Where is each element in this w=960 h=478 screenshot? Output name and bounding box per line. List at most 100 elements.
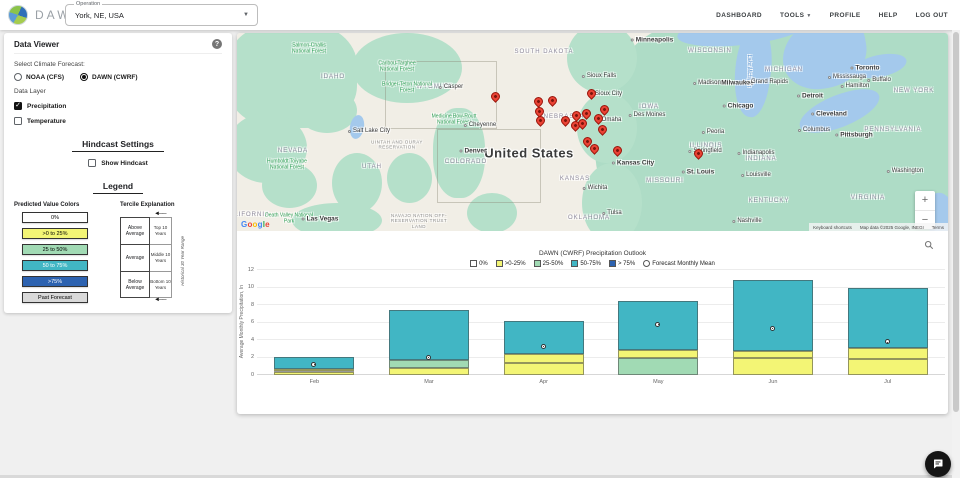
city-label: Sioux Falls bbox=[582, 73, 616, 79]
bar-column-feb: Feb bbox=[257, 270, 372, 375]
stacked-bar-jul[interactable] bbox=[848, 270, 928, 375]
panel-title: Data Viewer bbox=[14, 40, 59, 49]
city-label: Wichita bbox=[583, 185, 608, 191]
map-vegetation-patch bbox=[387, 153, 432, 203]
tercile-below-average: Below Average bbox=[120, 271, 150, 298]
top-app-bar: DAWN Operation York, NE, USA ▼ DASHBOARD… bbox=[0, 0, 960, 30]
radio-checked-icon bbox=[80, 73, 88, 81]
legend-item[interactable]: Forecast Monthly Mean bbox=[643, 260, 715, 267]
google-map[interactable]: United States + − Google Keyboard shortc… bbox=[237, 33, 948, 231]
x-axis-tick: May bbox=[601, 379, 716, 385]
chart-legend: 0% >0-25% 25-50% 50-75% > 75% Forecast Monthl… bbox=[237, 260, 948, 267]
x-axis-tick: Mar bbox=[372, 379, 487, 385]
state-label: NEVADA bbox=[278, 148, 308, 154]
help-icon[interactable]: ? bbox=[212, 39, 222, 49]
bar-segment bbox=[733, 280, 813, 351]
radio-noaa-cfs[interactable]: NOAA (CFS) bbox=[14, 73, 64, 81]
bar-segment bbox=[504, 354, 584, 363]
map-vegetation-patch bbox=[297, 88, 357, 133]
operation-select[interactable]: Operation York, NE, USA ▼ bbox=[65, 4, 258, 26]
city-label: Salt Lake City bbox=[348, 128, 390, 134]
zoom-in-button[interactable]: + bbox=[915, 191, 935, 210]
stacked-bar-jun[interactable] bbox=[733, 270, 813, 375]
nav-help[interactable]: HELP bbox=[879, 12, 898, 19]
legend-item[interactable]: 50-75% bbox=[571, 260, 601, 267]
city-label: Indianapolis bbox=[737, 150, 774, 156]
state-label: MISSOURI bbox=[646, 178, 684, 184]
x-axis-tick: Apr bbox=[486, 379, 601, 385]
park-label: Humboldt Toiyabe National Forest bbox=[261, 159, 313, 171]
chat-feedback-button[interactable] bbox=[925, 451, 951, 477]
bar-segment bbox=[618, 358, 698, 375]
legend-item[interactable]: 0% bbox=[470, 260, 488, 267]
predicted-value-colors-title: Predicted Value Colors bbox=[14, 202, 102, 208]
hindcast-settings-title: Hindcast Settings bbox=[72, 139, 164, 152]
city-label: Chicago bbox=[723, 103, 754, 110]
city-label: Grand Rapids bbox=[746, 79, 788, 85]
vertical-scrollbar[interactable] bbox=[952, 30, 960, 478]
scrollbar-thumb[interactable] bbox=[953, 32, 959, 412]
city-label: Pittsburgh bbox=[835, 132, 873, 139]
terms-link[interactable]: Terms bbox=[932, 225, 944, 230]
predicted-value-colors: 0%>0 to 25%25 to 50%50 to 75%>75%Past Fo… bbox=[14, 212, 102, 303]
city-label: Cheyenne bbox=[464, 122, 496, 128]
y-axis-tick: 6 bbox=[251, 319, 254, 325]
radio-dawn-cwrf[interactable]: DAWN (CWRF) bbox=[80, 73, 138, 81]
stacked-bar-feb[interactable] bbox=[274, 270, 354, 375]
city-label: Peoria bbox=[702, 129, 724, 135]
x-axis-tick: Jul bbox=[830, 379, 945, 385]
top-nav: DASHBOARD TOOLS▼ PROFILE HELP LOG OUT bbox=[716, 0, 948, 30]
city-label: Toronto bbox=[850, 65, 879, 72]
legend-item[interactable]: > 75% bbox=[609, 260, 635, 267]
city-label: Louisville bbox=[741, 172, 771, 178]
state-label: COLORADO bbox=[445, 159, 487, 165]
checkbox-temperature[interactable]: Temperature bbox=[14, 117, 222, 125]
data-layer-label: Data Layer bbox=[14, 88, 222, 95]
stacked-bar-apr[interactable] bbox=[504, 270, 584, 375]
city-label: Tulsa bbox=[602, 210, 621, 216]
legend-item[interactable]: >0-25% bbox=[496, 260, 526, 267]
bar-column-jul: Jul bbox=[830, 270, 945, 375]
bar-segment bbox=[389, 310, 469, 360]
reservation-label: UINTAH AND OURAY RESERVATION bbox=[362, 140, 432, 151]
map-marker[interactable] bbox=[546, 94, 559, 107]
color-legend-box: >0 to 25% bbox=[22, 228, 88, 239]
operation-select-label: Operation bbox=[74, 1, 102, 7]
dawn-logo-icon bbox=[8, 5, 28, 25]
city-label: Mississauga bbox=[828, 74, 866, 80]
state-label: IOWA bbox=[639, 104, 659, 110]
bar-column-jun: Jun bbox=[716, 270, 831, 375]
legend-item[interactable]: 25-50% bbox=[534, 260, 564, 267]
checkbox-precipitation[interactable]: ✓ Precipitation bbox=[14, 102, 222, 110]
city-label: Kansas City bbox=[612, 160, 654, 167]
city-label: Hamilton bbox=[841, 83, 870, 89]
reservation-label: NAVAJO NATION OFF-RESERVATION TRUST LAND bbox=[384, 213, 454, 229]
color-legend-box: >75% bbox=[22, 276, 88, 287]
operation-select-value: York, NE, USA bbox=[75, 11, 124, 20]
city-label: Detroit bbox=[797, 93, 823, 100]
tercile-average: Average bbox=[120, 244, 150, 271]
bar-segment bbox=[504, 363, 584, 375]
keyboard-shortcuts-link[interactable]: Keyboard shortcuts bbox=[813, 225, 852, 230]
chart-plot-area: 024681012FebMarAprMayJunJul bbox=[257, 270, 945, 375]
checkbox-show-hindcast[interactable]: Show Hindcast bbox=[14, 159, 222, 167]
map-data-credit: Map data ©2025 Google, INEGI bbox=[860, 225, 924, 230]
stacked-bar-may[interactable] bbox=[618, 270, 698, 375]
park-label: Caribou-Targhee National Forest bbox=[371, 61, 423, 73]
tercile-diagram: Above Average Top 10 Years Average Middl… bbox=[120, 217, 175, 298]
state-label: KENTUCKY bbox=[749, 198, 790, 204]
tercile-axis-label: Historical 30 Year Range bbox=[180, 236, 185, 286]
city-label: St. Louis bbox=[682, 169, 714, 176]
color-legend-box: 25 to 50% bbox=[22, 244, 88, 255]
stacked-bar-mar[interactable] bbox=[389, 270, 469, 375]
x-axis-tick: Feb bbox=[257, 379, 372, 385]
radio-icon bbox=[14, 73, 22, 81]
nav-dashboard[interactable]: DASHBOARD bbox=[716, 12, 762, 19]
nav-profile[interactable]: PROFILE bbox=[830, 12, 861, 19]
nav-logout[interactable]: LOG OUT bbox=[916, 12, 948, 19]
state-label: MICHIGAN bbox=[765, 67, 803, 73]
country-label: United States bbox=[484, 146, 574, 161]
city-label: Denver bbox=[459, 148, 486, 155]
y-axis-tick: 10 bbox=[248, 284, 254, 290]
nav-tools[interactable]: TOOLS▼ bbox=[780, 12, 812, 19]
